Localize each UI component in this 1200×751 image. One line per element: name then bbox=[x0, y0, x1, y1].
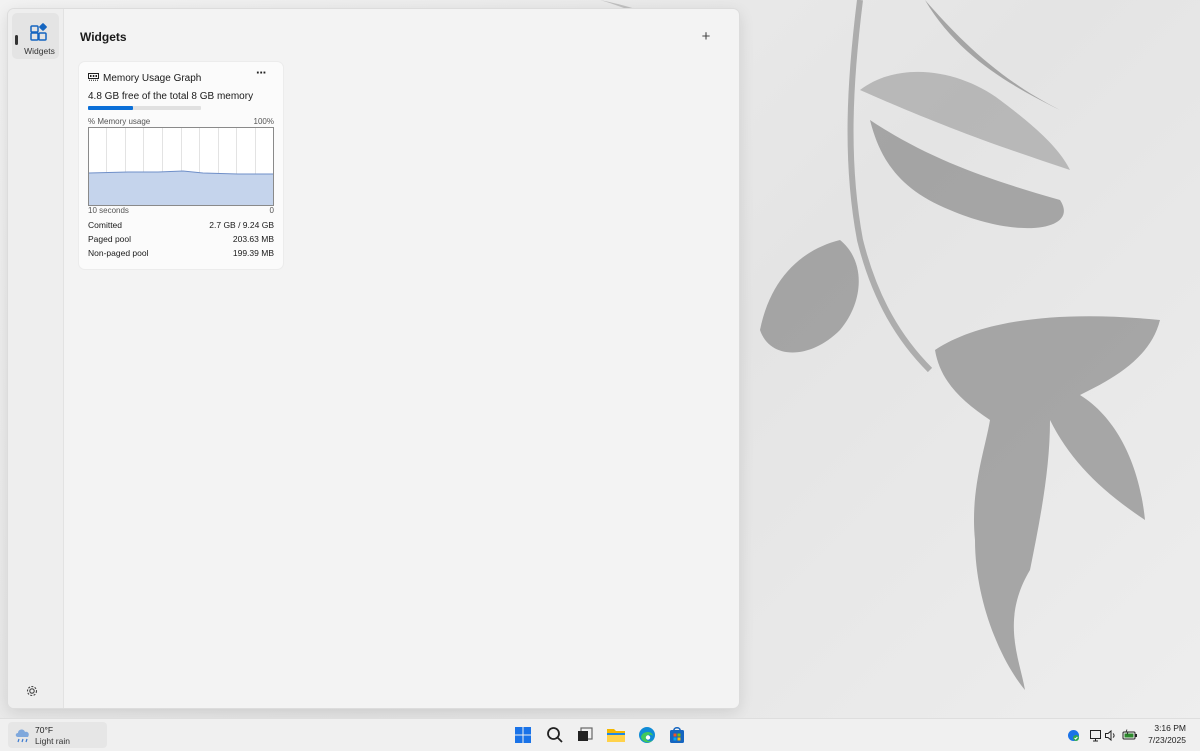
settings-gear-icon[interactable] bbox=[24, 683, 40, 699]
memory-usage-widget: Memory Usage Graph ··· 4.8 GB free of th… bbox=[79, 62, 283, 269]
nav-item-widgets[interactable]: Widgets bbox=[12, 13, 59, 59]
weather-condition: Light rain bbox=[35, 736, 70, 746]
clock-time[interactable]: 3:16 PM bbox=[1154, 723, 1186, 733]
memory-chip-icon bbox=[88, 73, 99, 81]
nav-rail: Widgets bbox=[8, 9, 64, 708]
widgets-board: Widgets Widgets + Memory Usage Graph ···… bbox=[8, 9, 739, 708]
stat-value: 203.63 MB bbox=[232, 234, 274, 244]
graph-label-bottom-right: 0 bbox=[269, 206, 274, 215]
memory-summary: 4.8 GB free of the total 8 GB memory bbox=[88, 91, 254, 102]
add-widget-button[interactable]: + bbox=[697, 28, 715, 46]
search-icon[interactable] bbox=[545, 725, 565, 745]
graph-label-bottom-left: 10 seconds bbox=[88, 206, 129, 215]
edge-icon[interactable] bbox=[637, 725, 657, 745]
volume-icon[interactable] bbox=[1104, 729, 1117, 742]
memory-progress-fill bbox=[88, 106, 134, 110]
stat-value: 2.7 GB / 9.24 GB bbox=[209, 220, 274, 230]
battery-icon[interactable] bbox=[1122, 729, 1138, 742]
more-options-button[interactable]: ··· bbox=[251, 66, 271, 82]
stat-value: 199.39 MB bbox=[232, 248, 274, 258]
stat-label: Comitted bbox=[88, 220, 123, 230]
page-title: Widgets bbox=[80, 30, 127, 44]
nav-item-label: Widgets bbox=[24, 46, 55, 56]
nav-selected-indicator bbox=[15, 35, 18, 45]
weather-temperature: 70°F bbox=[35, 725, 54, 735]
file-explorer-icon[interactable] bbox=[606, 725, 626, 745]
graph-label-top-right: 100% bbox=[253, 117, 274, 126]
memory-usage-graph bbox=[88, 127, 274, 206]
stat-label: Non-paged pool bbox=[88, 248, 149, 258]
taskbar: 70°F Light rain 3:16 PM 7/23/2025 bbox=[0, 718, 1200, 751]
security-icon[interactable] bbox=[1067, 729, 1080, 742]
graph-label-top-left: % Memory usage bbox=[88, 117, 151, 126]
cloud-rain-icon bbox=[15, 729, 29, 743]
clock-date[interactable]: 7/23/2025 bbox=[1148, 735, 1186, 745]
widget-title: Memory Usage Graph bbox=[103, 73, 202, 84]
store-icon[interactable] bbox=[667, 725, 687, 745]
widgets-icon bbox=[30, 23, 47, 41]
windows-start-icon[interactable] bbox=[513, 725, 533, 745]
memory-progress-bar bbox=[88, 106, 201, 110]
task-view-icon[interactable] bbox=[575, 725, 595, 745]
network-icon[interactable] bbox=[1089, 729, 1102, 742]
stat-label: Paged pool bbox=[88, 234, 132, 244]
weather-widget-button[interactable]: 70°F Light rain bbox=[8, 722, 107, 748]
